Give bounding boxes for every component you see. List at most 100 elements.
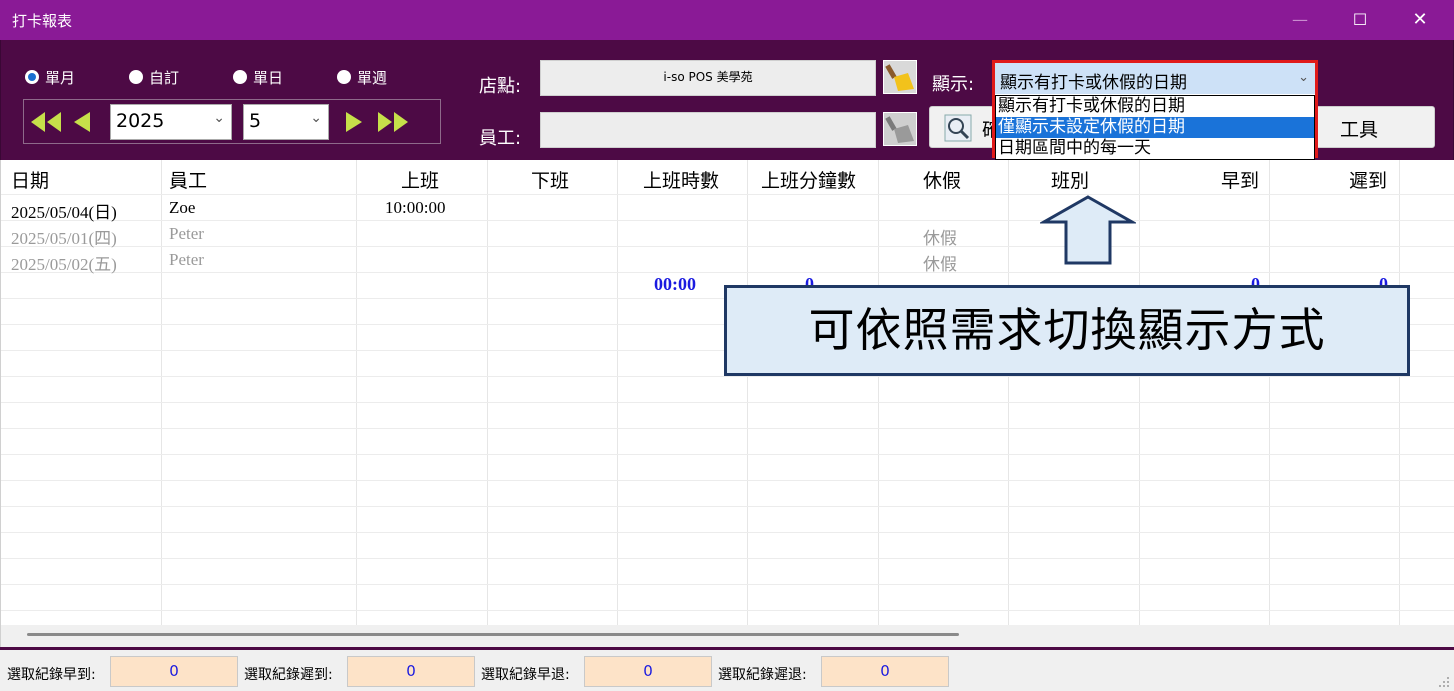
row-divider: [1, 584, 1454, 585]
selected-late-value: 0: [347, 656, 475, 687]
display-mode-value: 顯示有打卡或休假的日期: [1000, 73, 1187, 93]
month-select[interactable]: 5 ⌄: [243, 104, 329, 140]
row-employee[interactable]: Zoe: [169, 198, 195, 218]
clear-employee-button[interactable]: [883, 112, 917, 146]
display-option-every-day[interactable]: 日期區間中的每一天: [996, 138, 1314, 159]
column-divider: [487, 160, 488, 625]
minimize-button[interactable]: —: [1285, 6, 1315, 34]
tools-button[interactable]: 工具: [1301, 106, 1435, 148]
first-period-icon[interactable]: [29, 110, 63, 134]
row-divider: [1, 376, 1454, 377]
display-option-with-punch-or-leave[interactable]: 顯示有打卡或休假的日期: [996, 96, 1314, 117]
row-employee[interactable]: Peter: [169, 224, 204, 244]
year-select[interactable]: 2025 ⌄: [110, 104, 232, 140]
clear-store-button[interactable]: [883, 60, 917, 94]
maximize-button[interactable]: ☐: [1345, 6, 1375, 34]
column-divider: [1008, 160, 1009, 625]
broom-icon: [885, 64, 914, 91]
row-leave[interactable]: 休假: [923, 250, 957, 275]
row-clock-in[interactable]: 10:00:00: [385, 198, 445, 218]
annotation-callout: 可依照需求切換顯示方式: [724, 285, 1410, 376]
arrow-up-icon: [1040, 195, 1136, 265]
radio-label: 單日: [253, 68, 284, 87]
display-mode-options: 顯示有打卡或休假的日期 僅顯示未設定休假的日期 日期區間中的每一天: [995, 95, 1315, 160]
column-divider: [617, 160, 618, 625]
chevron-down-icon: ⌄: [310, 110, 322, 126]
display-mode-dropdown[interactable]: 顯示有打卡或休假的日期 ⌄ 顯示有打卡或休假的日期 僅顯示未設定休假的日期 日期…: [992, 60, 1318, 160]
radio-dot: [233, 70, 247, 84]
radio-single-week[interactable]: 單週: [337, 67, 387, 87]
header-shift[interactable]: 班別: [1051, 166, 1089, 193]
column-divider: [356, 160, 357, 625]
row-divider: [1, 506, 1454, 507]
radio-single-month[interactable]: 單月: [25, 67, 75, 87]
horizontal-scrollbar[interactable]: [0, 625, 1454, 647]
month-value: 5: [249, 110, 262, 132]
header-early[interactable]: 早到: [1221, 166, 1259, 193]
header-date[interactable]: 日期: [11, 166, 49, 193]
radio-label: 單週: [357, 68, 388, 87]
selected-early-value: 0: [110, 656, 238, 687]
row-divider: [1, 532, 1454, 533]
tools-label: 工具: [1340, 119, 1379, 141]
scrollbar-thumb[interactable]: [27, 633, 959, 636]
radio-dot: [25, 70, 39, 84]
last-period-icon[interactable]: [376, 110, 410, 134]
status-bar: 選取紀錄早到: 0 選取紀錄遲到: 0 選取紀錄早退: 0 選取紀錄遲退: 0: [0, 647, 1454, 691]
row-divider: [1, 610, 1454, 611]
radio-custom[interactable]: 自訂: [129, 67, 179, 87]
resize-grip-icon[interactable]: [1438, 676, 1450, 688]
employee-label: 員工:: [479, 128, 522, 149]
header-clock-out[interactable]: 下班: [531, 166, 569, 193]
row-leave[interactable]: 休假: [923, 224, 957, 249]
display-mode-select[interactable]: 顯示有打卡或休假的日期 ⌄: [995, 63, 1315, 94]
next-period-icon[interactable]: [344, 110, 366, 134]
store-label: 店點:: [479, 76, 522, 97]
magnifier-icon: [944, 114, 972, 142]
selected-late-label: 選取紀錄遲到:: [244, 667, 333, 683]
window-title: 打卡報表: [12, 12, 73, 30]
header-work-hours[interactable]: 上班時數: [643, 166, 719, 193]
display-label: 顯示:: [932, 74, 975, 95]
row-date[interactable]: 2025/05/04(日): [11, 198, 117, 223]
total-work-hours: 00:00: [654, 274, 696, 294]
row-divider: [1, 220, 1454, 221]
employee-field[interactable]: [540, 112, 876, 148]
row-divider: [1, 402, 1454, 403]
column-divider: [747, 160, 748, 625]
header-employee[interactable]: 員工: [169, 166, 207, 193]
row-divider: [1, 246, 1454, 247]
header-leave[interactable]: 休假: [923, 166, 961, 193]
selected-late-leave-label: 選取紀錄遲退:: [718, 667, 807, 683]
row-date[interactable]: 2025/05/01(四): [11, 224, 117, 249]
header-work-minutes[interactable]: 上班分鐘數: [761, 166, 856, 193]
store-field[interactable]: i-so POS 美學苑: [540, 60, 876, 96]
attendance-table: 日期 員工 上班 下班 上班時數 上班分鐘數 休假 班別 早到 遲到 2025/…: [0, 160, 1454, 625]
period-navigator: 2025 ⌄ 5 ⌄: [23, 99, 441, 144]
chevron-down-icon: ⌄: [213, 110, 225, 126]
selected-early-leave-label: 選取紀錄早退:: [481, 667, 570, 683]
radio-dot: [129, 70, 143, 84]
row-date[interactable]: 2025/05/02(五): [11, 250, 117, 275]
display-option-no-leave[interactable]: 僅顯示未設定休假的日期: [996, 117, 1314, 138]
title-bar: 打卡報表 — ☐ ✕: [0, 0, 1454, 40]
row-divider: [1, 194, 1454, 195]
column-divider: [161, 160, 162, 625]
row-divider: [1, 428, 1454, 429]
radio-label: 單月: [45, 68, 76, 87]
header-late[interactable]: 遲到: [1349, 166, 1387, 193]
year-value: 2025: [116, 110, 165, 132]
selected-early-leave-value: 0: [584, 656, 712, 687]
radio-label: 自訂: [149, 68, 180, 87]
close-button[interactable]: ✕: [1405, 6, 1435, 34]
row-divider: [1, 454, 1454, 455]
row-divider: [1, 558, 1454, 559]
previous-period-icon[interactable]: [70, 110, 92, 134]
radio-dot: [337, 70, 351, 84]
header-clock-in[interactable]: 上班: [401, 166, 439, 193]
selected-early-label: 選取紀錄早到:: [7, 667, 96, 683]
store-value: i-so POS 美學苑: [663, 70, 753, 84]
row-employee[interactable]: Peter: [169, 250, 204, 270]
radio-single-day[interactable]: 單日: [233, 67, 283, 87]
selected-late-leave-value: 0: [821, 656, 949, 687]
